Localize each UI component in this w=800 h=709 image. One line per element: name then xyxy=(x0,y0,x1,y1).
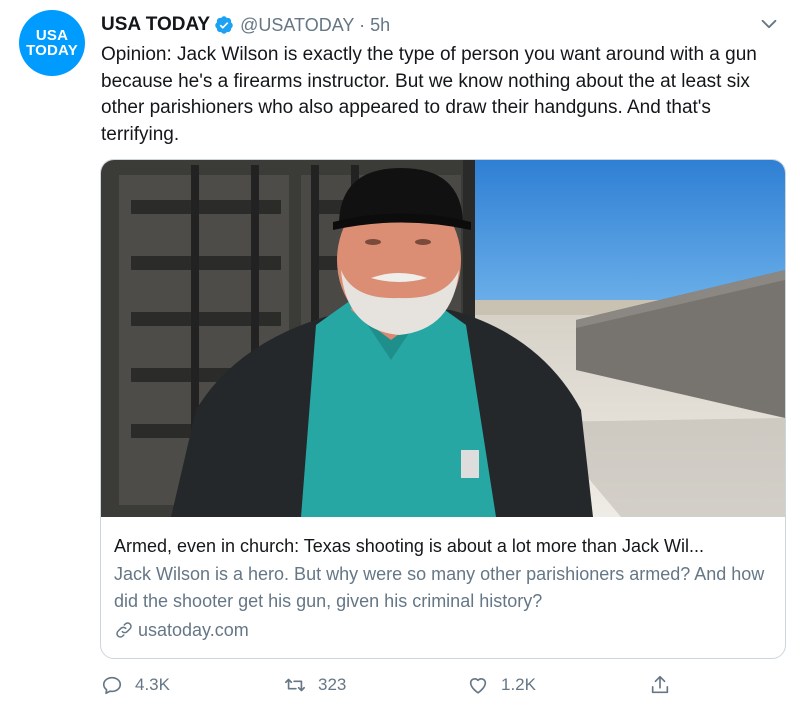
link-card[interactable]: Armed, even in church: Texas shooting is… xyxy=(100,159,786,659)
link-icon xyxy=(116,622,132,638)
card-body: Armed, even in church: Texas shooting is… xyxy=(114,534,775,643)
card-domain[interactable]: usatoday.com xyxy=(114,617,775,643)
like-button[interactable]: 1.2K xyxy=(467,674,536,696)
share-icon xyxy=(651,675,669,694)
tweet-header: USA TODAY @USATODAY · 5h xyxy=(101,11,780,39)
reply-icon xyxy=(102,676,122,695)
chevron-down-icon[interactable] xyxy=(758,13,780,35)
avatar-text-top: USA xyxy=(35,27,69,44)
verified-icon xyxy=(215,16,233,34)
tweet-actions: 4.3K 323 1.2K xyxy=(101,674,701,702)
reply-button[interactable]: 4.3K xyxy=(101,674,170,696)
card-description: Jack Wilson is a hero. But why were so m… xyxy=(114,564,765,611)
like-count: 1.2K xyxy=(501,675,536,694)
retweet-count: 323 xyxy=(318,675,347,694)
card-photo[interactable] xyxy=(101,160,785,517)
retweet-button[interactable]: 323 xyxy=(284,674,346,696)
avatar-text-bottom: TODAY xyxy=(26,42,78,59)
handle-and-time[interactable]: @USATODAY · 5h xyxy=(240,15,390,36)
card-domain-text: usatoday.com xyxy=(138,620,249,640)
reply-count: 4.3K xyxy=(135,675,170,694)
card-title[interactable]: Armed, even in church: Texas shooting is… xyxy=(114,534,775,558)
like-icon xyxy=(469,678,487,694)
retweet-icon xyxy=(285,678,305,692)
share-button[interactable] xyxy=(649,674,683,696)
tweet-text: Opinion: Jack Wilson is exactly the type… xyxy=(101,44,757,145)
avatar[interactable]: USA TODAY xyxy=(19,10,85,76)
display-name[interactable]: USA TODAY xyxy=(101,14,210,36)
